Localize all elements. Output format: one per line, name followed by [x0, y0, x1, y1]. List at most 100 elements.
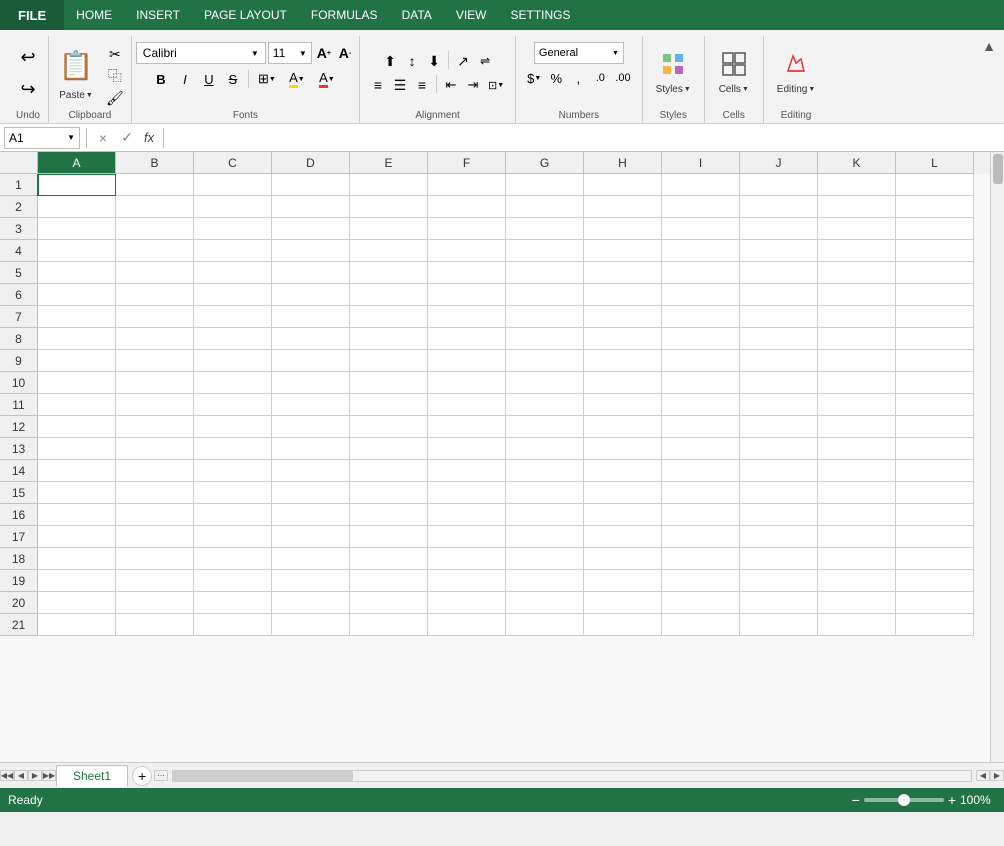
ribbon-collapse-button[interactable]: ▲ — [982, 38, 996, 54]
cell-A21[interactable] — [38, 614, 116, 636]
cell-E5[interactable] — [350, 262, 428, 284]
menu-view[interactable]: VIEW — [444, 0, 499, 30]
col-header-L[interactable]: L — [896, 152, 974, 174]
col-header-H[interactable]: H — [584, 152, 662, 174]
row-number-17[interactable]: 17 — [0, 526, 38, 548]
cell-D3[interactable] — [272, 218, 350, 240]
cell-G6[interactable] — [506, 284, 584, 306]
cell-B9[interactable] — [116, 350, 194, 372]
cell-E16[interactable] — [350, 504, 428, 526]
cell-J15[interactable] — [740, 482, 818, 504]
cell-B8[interactable] — [116, 328, 194, 350]
cell-H6[interactable] — [584, 284, 662, 306]
col-header-A[interactable]: A — [38, 152, 116, 174]
cell-F11[interactable] — [428, 394, 506, 416]
cell-H11[interactable] — [584, 394, 662, 416]
cell-L19[interactable] — [896, 570, 974, 592]
h-scroll-right[interactable]: ▶ — [990, 770, 1004, 781]
cell-B6[interactable] — [116, 284, 194, 306]
increase-font-button[interactable]: A+ — [314, 43, 334, 63]
percent-button[interactable]: % — [546, 68, 566, 88]
cell-E20[interactable] — [350, 592, 428, 614]
cell-C17[interactable] — [194, 526, 272, 548]
align-bottom-button[interactable]: ⬇ — [424, 51, 444, 71]
cell-A17[interactable] — [38, 526, 116, 548]
fill-color-button[interactable]: A ▼ — [283, 69, 311, 89]
cell-F9[interactable] — [428, 350, 506, 372]
cell-D20[interactable] — [272, 592, 350, 614]
cell-A5[interactable] — [38, 262, 116, 284]
cell-F14[interactable] — [428, 460, 506, 482]
cell-H8[interactable] — [584, 328, 662, 350]
cell-D7[interactable] — [272, 306, 350, 328]
cell-H12[interactable] — [584, 416, 662, 438]
cell-B10[interactable] — [116, 372, 194, 394]
cell-L6[interactable] — [896, 284, 974, 306]
row-number-4[interactable]: 4 — [0, 240, 38, 262]
formula-input[interactable] — [170, 127, 1000, 149]
align-middle-button[interactable]: ↕ — [402, 51, 422, 71]
cell-D9[interactable] — [272, 350, 350, 372]
cell-H13[interactable] — [584, 438, 662, 460]
align-right-button[interactable]: ≡ — [412, 75, 432, 95]
cell-J16[interactable] — [740, 504, 818, 526]
cell-D21[interactable] — [272, 614, 350, 636]
cell-G11[interactable] — [506, 394, 584, 416]
cell-J5[interactable] — [740, 262, 818, 284]
cell-A11[interactable] — [38, 394, 116, 416]
col-header-G[interactable]: G — [506, 152, 584, 174]
text-wrap-button[interactable]: ⇌ — [475, 51, 495, 71]
cell-G20[interactable] — [506, 592, 584, 614]
cell-K21[interactable] — [818, 614, 896, 636]
cell-L18[interactable] — [896, 548, 974, 570]
cell-B20[interactable] — [116, 592, 194, 614]
sheet-options-button[interactable]: ⋯ — [154, 770, 168, 781]
cell-J14[interactable] — [740, 460, 818, 482]
cell-C15[interactable] — [194, 482, 272, 504]
cell-C4[interactable] — [194, 240, 272, 262]
menu-home[interactable]: HOME — [64, 0, 124, 30]
cell-D15[interactable] — [272, 482, 350, 504]
cell-A7[interactable] — [38, 306, 116, 328]
copy-button[interactable]: ⿻ — [103, 66, 127, 86]
decrease-font-button[interactable]: A- — [335, 43, 355, 63]
cell-B13[interactable] — [116, 438, 194, 460]
cell-E6[interactable] — [350, 284, 428, 306]
cell-B1[interactable] — [116, 174, 194, 196]
cell-K19[interactable] — [818, 570, 896, 592]
cell-C11[interactable] — [194, 394, 272, 416]
row-number-11[interactable]: 11 — [0, 394, 38, 416]
cell-I13[interactable] — [662, 438, 740, 460]
cell-D17[interactable] — [272, 526, 350, 548]
currency-button[interactable]: $▼ — [524, 68, 544, 88]
cell-A15[interactable] — [38, 482, 116, 504]
cell-E10[interactable] — [350, 372, 428, 394]
cell-K3[interactable] — [818, 218, 896, 240]
cell-B14[interactable] — [116, 460, 194, 482]
cell-C18[interactable] — [194, 548, 272, 570]
cell-E17[interactable] — [350, 526, 428, 548]
cell-I14[interactable] — [662, 460, 740, 482]
cell-K7[interactable] — [818, 306, 896, 328]
vertical-scroll-thumb[interactable] — [993, 154, 1003, 184]
cell-K8[interactable] — [818, 328, 896, 350]
strikethrough-button[interactable]: S — [222, 69, 244, 89]
cell-A13[interactable] — [38, 438, 116, 460]
font-name-selector[interactable]: Calibri ▼ — [136, 42, 266, 64]
cell-F1[interactable] — [428, 174, 506, 196]
cell-H19[interactable] — [584, 570, 662, 592]
cell-L8[interactable] — [896, 328, 974, 350]
cell-E13[interactable] — [350, 438, 428, 460]
cell-F19[interactable] — [428, 570, 506, 592]
cell-I12[interactable] — [662, 416, 740, 438]
cell-H16[interactable] — [584, 504, 662, 526]
col-header-J[interactable]: J — [740, 152, 818, 174]
cell-F16[interactable] — [428, 504, 506, 526]
row-number-10[interactable]: 10 — [0, 372, 38, 394]
row-number-1[interactable]: 1 — [0, 174, 38, 196]
cell-L17[interactable] — [896, 526, 974, 548]
cell-E3[interactable] — [350, 218, 428, 240]
cell-D19[interactable] — [272, 570, 350, 592]
horizontal-scrollbar[interactable] — [172, 770, 972, 782]
cell-D5[interactable] — [272, 262, 350, 284]
